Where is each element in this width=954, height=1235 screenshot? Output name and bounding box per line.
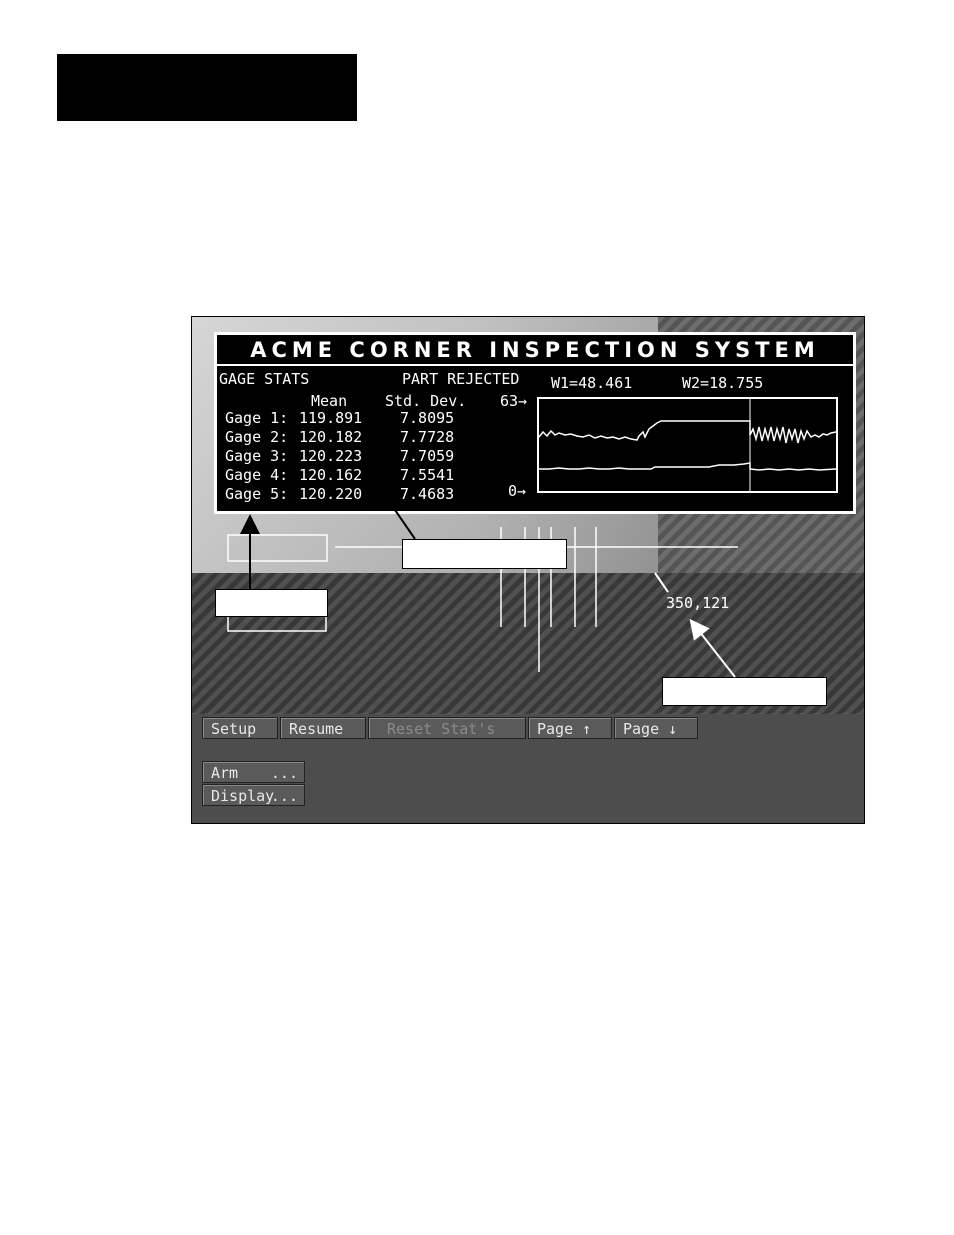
status-text: PART REJECTED (402, 370, 520, 388)
cursor-coordinate: 350,121 (666, 594, 730, 612)
page-up-button[interactable]: Page ↑ (528, 717, 612, 739)
scale-bottom: 0→ (508, 482, 527, 500)
w1-value: W1=48.461 (551, 374, 633, 392)
resume-button[interactable]: Resume (280, 717, 366, 739)
inspection-screen: 350,121 ACME CORNER INSPECTION SYSTEM GA… (191, 316, 865, 824)
stats-panel: ACME CORNER INSPECTION SYSTEM GAGE STATS… (214, 332, 856, 514)
gage-label: Gage 3: (225, 447, 289, 465)
callout-gage-stats (402, 539, 567, 569)
gage-mean: 120.220 (299, 485, 363, 503)
setup-button[interactable]: Setup (202, 717, 278, 739)
stats-heading: GAGE STATS (219, 370, 310, 388)
gage-std: 7.7728 (400, 428, 455, 446)
profile-traces (539, 399, 836, 491)
header-black-tab (57, 54, 357, 121)
gage-std: 7.4683 (400, 485, 455, 503)
arm-more-icon: ... (270, 764, 298, 782)
arm-label: Arm (211, 764, 239, 782)
gage-window-top (227, 534, 328, 562)
gage-label: Gage 5: (225, 485, 289, 503)
reset-stats-button[interactable]: Reset Stat's (368, 717, 526, 739)
trace-upper (539, 420, 836, 444)
display-label: Display (211, 787, 275, 805)
display-menu-button[interactable]: Display ... (202, 784, 305, 806)
gage-std: 7.5541 (400, 466, 455, 484)
system-title: ACME CORNER INSPECTION SYSTEM (217, 335, 853, 366)
gage-label: Gage 4: (225, 466, 289, 484)
gage-mean: 120.182 (299, 428, 363, 446)
softkey-bar: Setup Resume Reset Stat's Page ↑ Page ↓ … (192, 714, 864, 823)
gage-mean: 120.162 (299, 466, 363, 484)
trace-lower (539, 462, 836, 471)
display-more-icon: ... (270, 787, 298, 805)
gage-mean: 119.891 (299, 409, 363, 427)
profile-graph (537, 397, 838, 493)
callout-gage-window (215, 589, 328, 617)
scale-top: 63→ (500, 392, 528, 410)
corner-marker (654, 572, 669, 593)
gage-std: 7.7059 (400, 447, 455, 465)
arm-menu-button[interactable]: Arm ... (202, 761, 305, 783)
gage-label: Gage 1: (225, 409, 289, 427)
gage-label: Gage 2: (225, 428, 289, 446)
gage-mean: 120.223 (299, 447, 363, 465)
callout-coordinate (662, 677, 827, 706)
w2-value: W2=18.755 (682, 374, 764, 392)
gage-std: 7.8095 (400, 409, 455, 427)
page-down-button[interactable]: Page ↓ (614, 717, 698, 739)
